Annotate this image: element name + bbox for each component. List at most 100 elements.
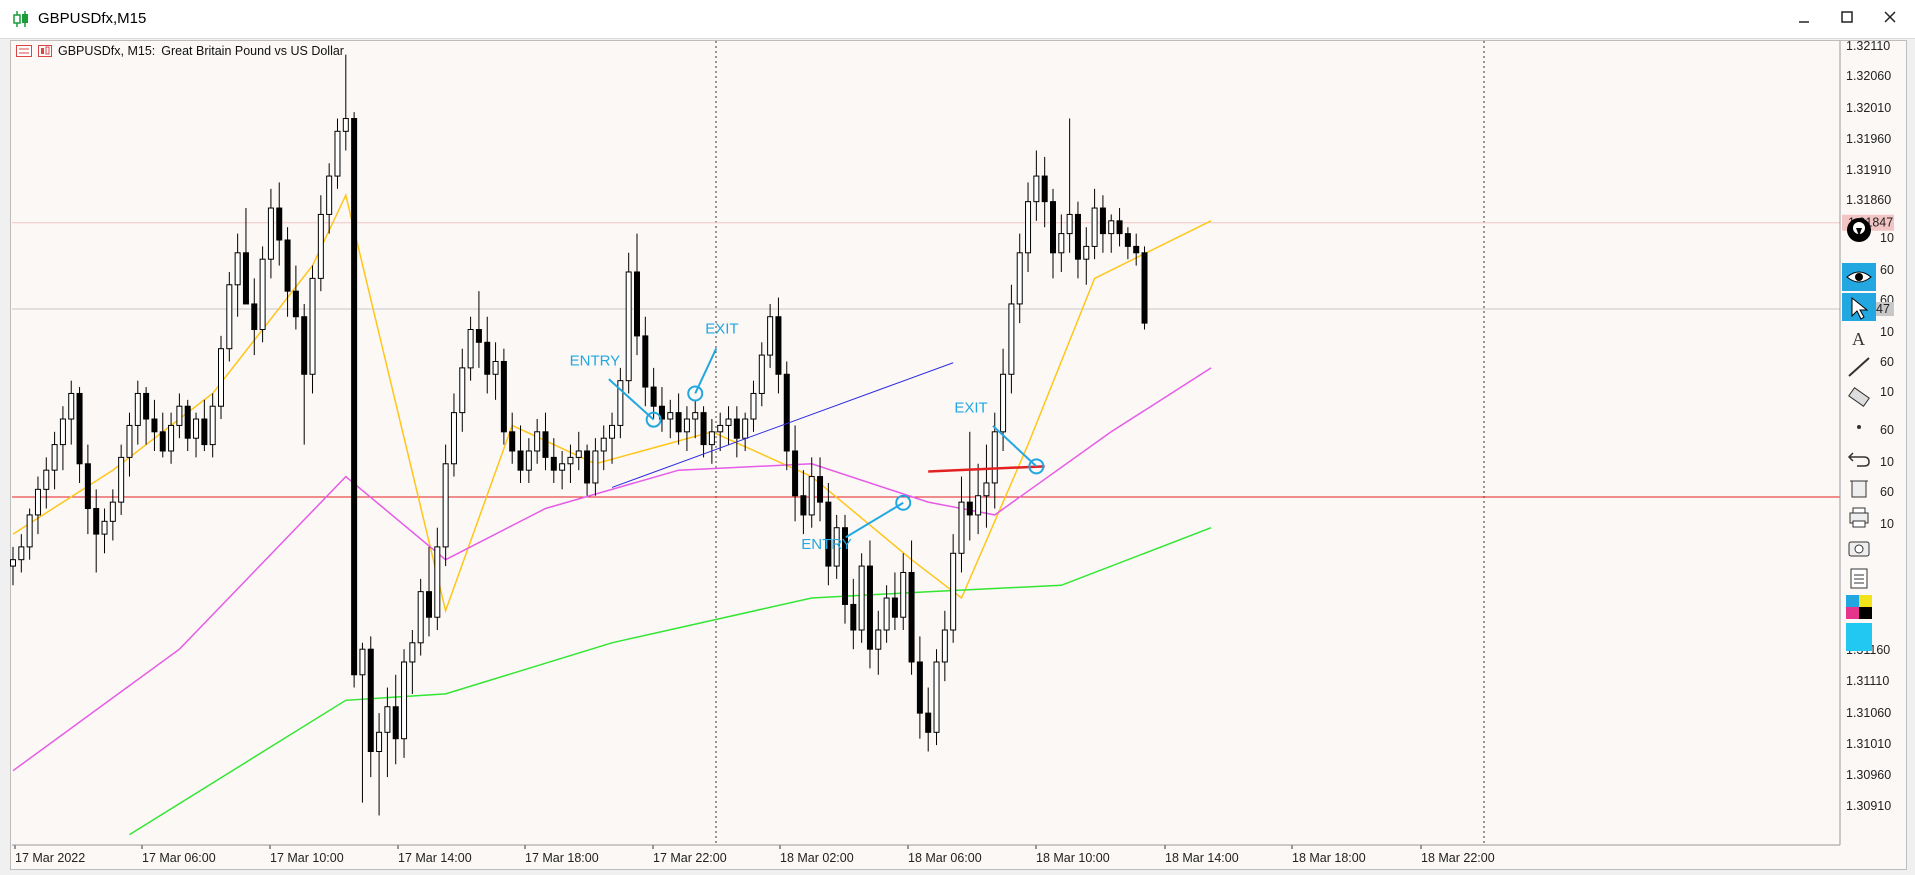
- candle-body: [126, 424, 133, 458]
- candle-body: [193, 418, 200, 439]
- candle-body: [1008, 303, 1015, 375]
- candle-body: [359, 648, 366, 676]
- candle-body: [184, 405, 191, 439]
- candle-body: [792, 450, 799, 497]
- text-tool[interactable]: A: [1842, 323, 1876, 351]
- x-axis-label: 17 Mar 18:00: [525, 851, 599, 865]
- candle-body: [600, 437, 607, 452]
- candle-body: [151, 418, 158, 433]
- candle-body: [850, 603, 857, 631]
- candle-body: [201, 418, 208, 446]
- candle-body: [168, 424, 175, 452]
- candle-body: [983, 482, 990, 497]
- candle-body: [384, 706, 391, 733]
- color-swatch[interactable]: [1842, 623, 1876, 651]
- candle-body: [334, 130, 341, 177]
- candle-body: [517, 450, 524, 471]
- candle-body: [284, 239, 291, 292]
- pin-icon: [1847, 218, 1871, 242]
- candle-body: [634, 271, 640, 337]
- color-tool[interactable]: [1842, 593, 1876, 621]
- candle-body: [550, 456, 557, 471]
- y-axis-label: 1.31860: [1846, 193, 1891, 207]
- candle-body: [68, 392, 75, 420]
- y-axis-label: 1.32110: [1846, 39, 1890, 53]
- candle-body: [450, 412, 457, 465]
- candle-body: [118, 456, 125, 503]
- delete-tool[interactable]: [1842, 473, 1876, 501]
- candle-body: [567, 456, 574, 465]
- candle-body: [625, 271, 632, 382]
- x-axis-label: 17 Mar 10:00: [270, 851, 344, 865]
- candle-body: [675, 412, 682, 433]
- y-axis-label-partial: 60: [1880, 263, 1894, 277]
- x-axis-label: 17 Mar 14:00: [398, 851, 472, 865]
- candle-body: [392, 706, 399, 740]
- trade-label: ENTRY: [570, 353, 621, 370]
- candle-body: [642, 335, 649, 388]
- eye-tool[interactable]: [1842, 263, 1876, 291]
- candle-body: [559, 463, 566, 471]
- ruler-tool[interactable]: [1842, 383, 1876, 411]
- line-icon: [1848, 357, 1870, 377]
- x-axis-label: 18 Mar 06:00: [908, 851, 982, 865]
- y-axis-label-partial: 10: [1880, 385, 1894, 399]
- color-icon: [1846, 595, 1872, 619]
- dot-tool[interactable]: [1842, 413, 1876, 441]
- y-axis-label: 1.31010: [1846, 737, 1891, 751]
- candle-body: [442, 463, 449, 548]
- candle-body: [1116, 220, 1123, 235]
- chart-symbol: GBPUSDfx, M15:: [58, 44, 156, 58]
- candle-body: [1050, 201, 1056, 254]
- candle-body: [209, 405, 216, 446]
- candle-body: [251, 303, 258, 331]
- candle-body: [908, 571, 915, 663]
- candle-body: [1124, 233, 1131, 247]
- candle-body: [76, 392, 83, 465]
- cursor-tool[interactable]: [1842, 293, 1876, 321]
- candle-body: [93, 508, 100, 535]
- y-axis-label: 1.31910: [1846, 163, 1891, 177]
- candle-body: [991, 431, 998, 484]
- x-axis-label: 17 Mar 22:00: [653, 851, 727, 865]
- candle-body: [950, 552, 957, 631]
- candle-body: [1025, 201, 1032, 254]
- y-axis-label-partial: 60: [1880, 423, 1894, 437]
- candle-body: [650, 386, 657, 407]
- y-axis-label: 1.32060: [1846, 69, 1891, 83]
- candle-body: [467, 329, 474, 369]
- y-axis-label: 1.30960: [1846, 768, 1891, 782]
- screenshot-tool[interactable]: [1842, 533, 1876, 561]
- candle-body: [43, 469, 50, 490]
- print-tool[interactable]: [1842, 503, 1876, 531]
- candle-body: [18, 546, 25, 561]
- candle-body: [700, 412, 707, 446]
- delete-icon: [1850, 480, 1868, 498]
- candle-body: [1133, 245, 1140, 254]
- pin-tool[interactable]: [1842, 216, 1876, 244]
- candle-body: [1108, 220, 1115, 235]
- y-axis-label: 1.31960: [1846, 132, 1891, 146]
- screenshot-icon: [1848, 541, 1870, 557]
- trade-marker-pointer: [845, 501, 904, 539]
- candle-body: [966, 501, 973, 516]
- price-chart[interactable]: ENTRY EXIT ENTRY EXIT 1.32110 1.32060 1.32010…: [0, 0, 1915, 875]
- line-tool[interactable]: [1842, 353, 1876, 381]
- y-axis-label-partial: 60: [1880, 355, 1894, 369]
- candle-body: [941, 629, 948, 663]
- trade-label: EXIT: [705, 320, 738, 337]
- undo-tool[interactable]: [1842, 443, 1876, 471]
- candle-body: [775, 316, 782, 375]
- candle-body: [975, 495, 982, 516]
- candle-body: [858, 565, 865, 631]
- candle-body: [351, 118, 358, 676]
- candle-body: [159, 431, 166, 452]
- bid-price-text: 47: [1876, 302, 1890, 316]
- moving-average-line: [12, 192, 1212, 614]
- clipboard-tool[interactable]: [1842, 563, 1876, 591]
- candle-body: [933, 661, 940, 733]
- chart-list-icon[interactable]: [16, 45, 32, 57]
- candle-body: [925, 712, 932, 733]
- chart-properties-icon[interactable]: [38, 45, 52, 57]
- cursor-icon: [1851, 296, 1869, 320]
